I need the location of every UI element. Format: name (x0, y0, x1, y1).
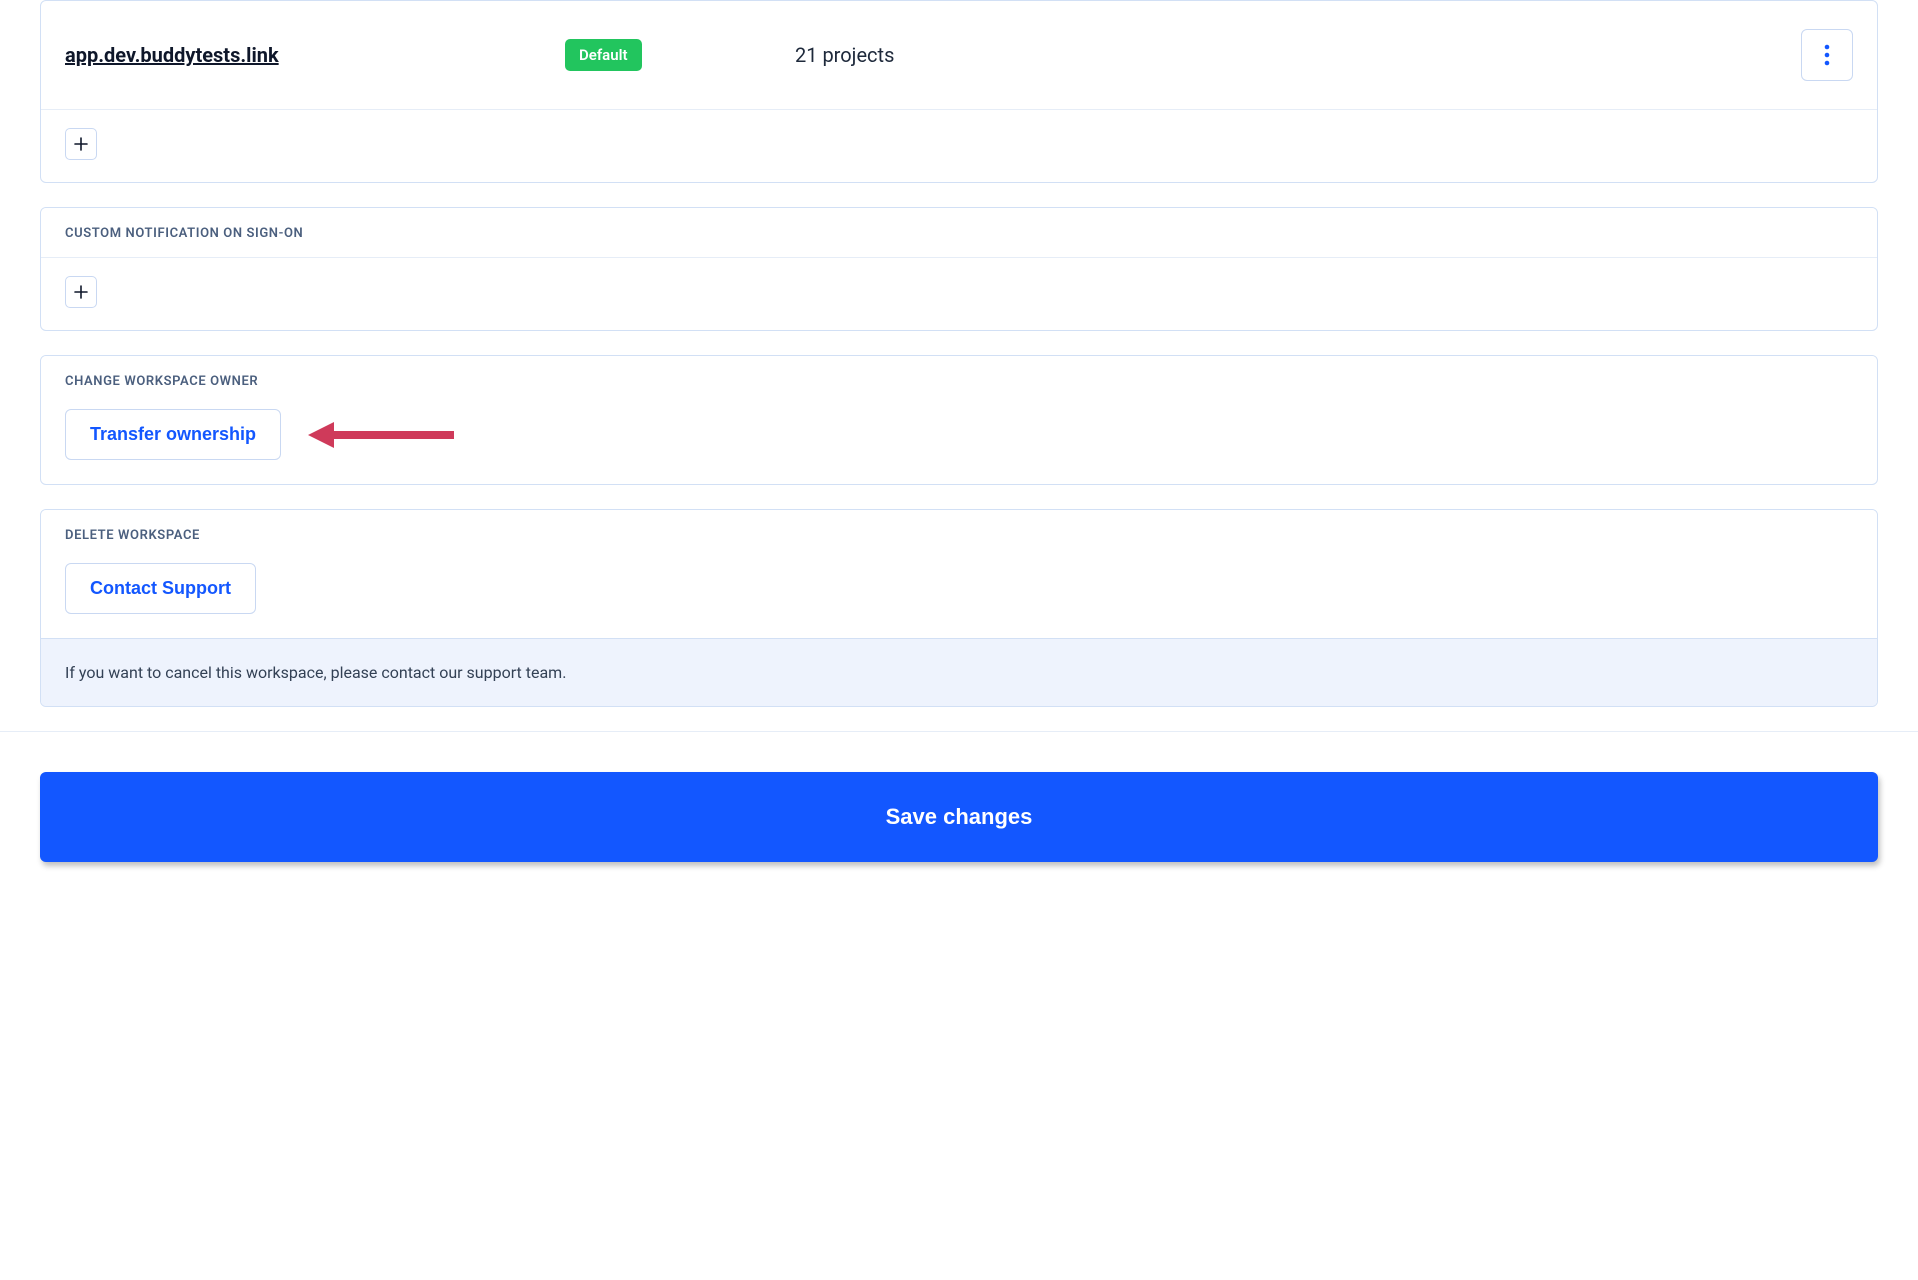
change-owner-title: CHANGE WORKSPACE OWNER (41, 356, 1877, 405)
domain-badge-cell: Default (565, 39, 795, 71)
contact-support-button[interactable]: Contact Support (65, 563, 256, 614)
domains-card: app.dev.buddytests.link Default 21 proje… (40, 0, 1878, 183)
save-changes-button[interactable]: Save changes (40, 772, 1878, 862)
notification-title: CUSTOM NOTIFICATION ON SIGN-ON (41, 208, 1877, 258)
domain-add-row (41, 110, 1877, 182)
save-bar: Save changes (0, 731, 1918, 902)
add-domain-button[interactable] (65, 128, 97, 160)
delete-workspace-card: DELETE WORKSPACE Contact Support If you … (40, 509, 1878, 707)
delete-workspace-title: DELETE WORKSPACE (41, 510, 1877, 559)
change-owner-card: CHANGE WORKSPACE OWNER Transfer ownershi… (40, 355, 1878, 485)
delete-workspace-note: If you want to cancel this workspace, pl… (41, 638, 1877, 706)
plus-icon (74, 285, 88, 299)
domain-more-button[interactable] (1801, 29, 1853, 81)
more-vertical-icon (1824, 43, 1830, 67)
default-badge: Default (565, 39, 642, 71)
plus-icon (74, 137, 88, 151)
domain-projects-count: 21 projects (795, 43, 1783, 67)
domain-link[interactable]: app.dev.buddytests.link (65, 43, 565, 67)
notification-card: CUSTOM NOTIFICATION ON SIGN-ON (40, 207, 1878, 331)
notification-add-row (41, 258, 1877, 330)
add-notification-button[interactable] (65, 276, 97, 308)
transfer-ownership-button[interactable]: Transfer ownership (65, 409, 281, 460)
domain-row: app.dev.buddytests.link Default 21 proje… (41, 1, 1877, 110)
